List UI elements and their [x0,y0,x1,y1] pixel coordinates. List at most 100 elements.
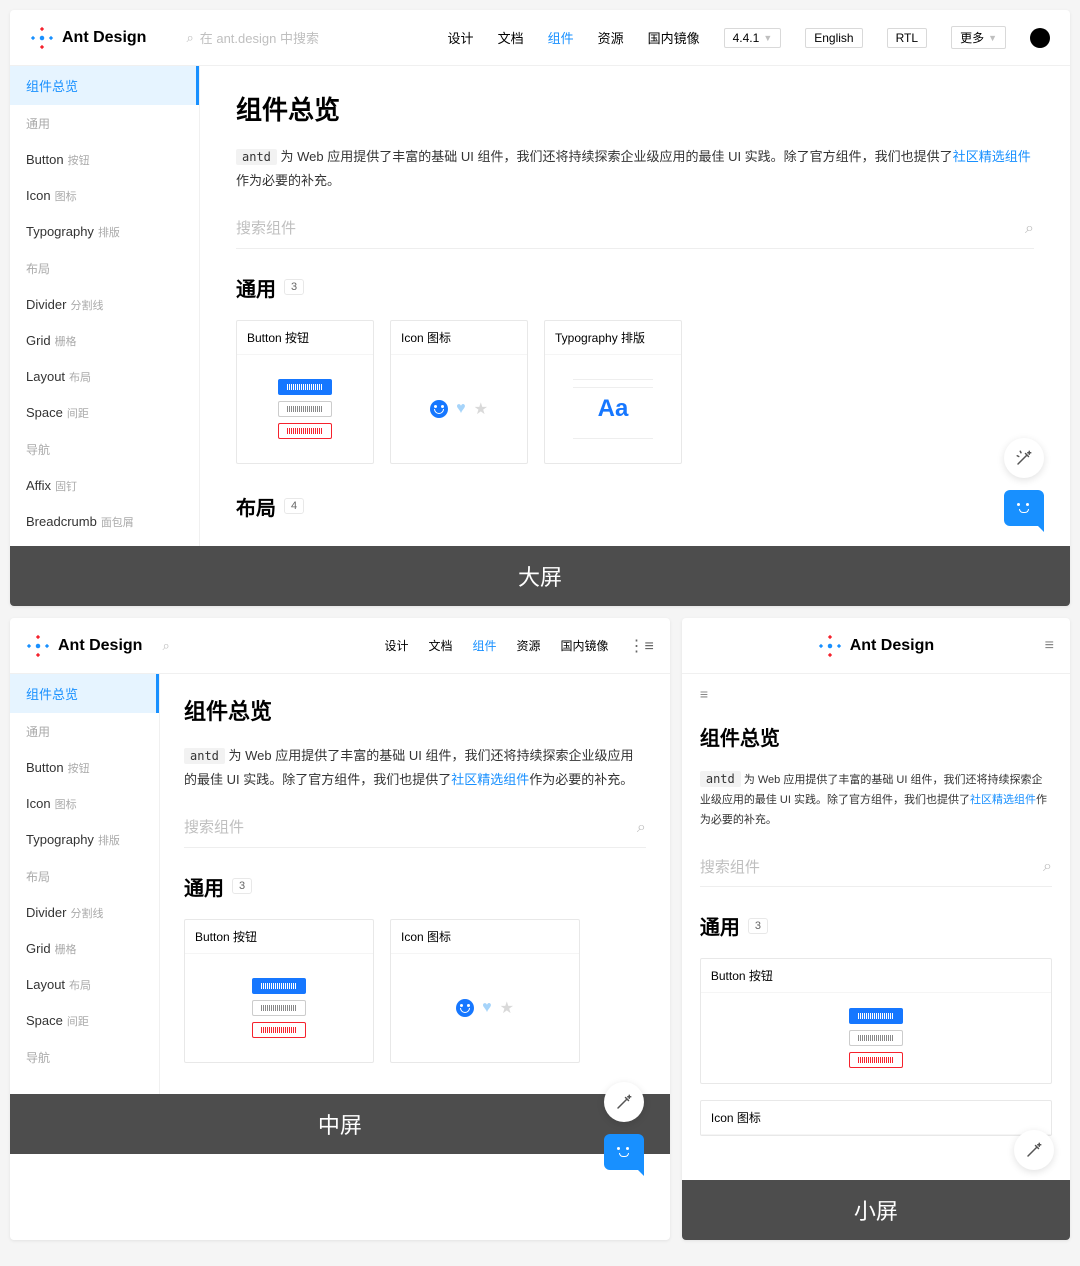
smile-icon [430,400,448,418]
nav-docs[interactable]: 文档 [498,28,524,47]
label-small: 小屏 [682,1180,1070,1240]
nav-mirror[interactable]: 国内镜像 [648,28,700,47]
theme-button[interactable] [1004,438,1044,478]
header: Ant Design ≡ [682,618,1070,674]
sidebar-typography[interactable]: Typography排版 [10,214,199,250]
nav-components[interactable]: 组件 [472,637,496,654]
rtl-button[interactable]: RTL [887,28,927,48]
nav-design[interactable]: 设计 [448,28,474,47]
button-danger-demo [849,1052,903,1068]
nav-docs[interactable]: 文档 [428,637,452,654]
sidebar-grid[interactable]: Grid栅格 [10,931,159,967]
main: 组件总览 antd 为 Web 应用提供了丰富的基础 UI 组件，我们还将持续探… [682,706,1070,1180]
main: 组件总览 antd 为 Web 应用提供了丰富的基础 UI 组件，我们还将持续探… [200,66,1070,546]
component-search-input[interactable] [184,819,637,836]
github-icon[interactable] [1030,28,1050,48]
typo-sample: Aa [573,379,653,439]
card-icon[interactable]: Icon 图标♥★ [390,320,528,464]
section-general: 通用3 [236,273,1034,302]
search-icon: ⌕ [1043,858,1052,876]
sidebar-layout[interactable]: Layout布局 [10,967,159,1003]
community-link[interactable]: 社区精选组件 [451,772,529,787]
sidebar-overview[interactable]: 组件总览 [10,674,159,713]
main: 组件总览 antd 为 Web 应用提供了丰富的基础 UI 组件，我们还将持续探… [160,674,670,1094]
magic-wand-icon [1015,449,1033,467]
star-icon: ★ [500,998,514,1018]
sidebar-typography[interactable]: Typography排版 [10,822,159,858]
sidebar-divider[interactable]: Divider分割线 [10,287,199,323]
antd-code: antd [700,771,741,787]
sidebar-icon[interactable]: Icon图标 [10,786,159,822]
frame-medium: Ant Design ⌕ 设计 文档 组件 资源 国内镜像 ⋮≡ 组件总览 通用… [10,618,670,1240]
button-primary-demo [252,978,306,994]
sidebar-space[interactable]: Space间距 [10,395,199,431]
chat-button[interactable] [604,1134,644,1170]
card-icon[interactable]: Icon 图标♥★ [390,919,580,1063]
component-search[interactable]: ⌕ [236,210,1034,249]
component-search[interactable]: ⌕ [700,848,1052,887]
logo[interactable]: Ant Design [30,26,146,50]
community-link[interactable]: 社区精选组件 [970,794,1036,806]
header-search[interactable]: ⌕ 在 ant.design 中搜索 [186,28,319,47]
search-icon: ⌕ [186,30,193,46]
theme-button[interactable] [604,1082,644,1122]
magic-wand-icon [1025,1141,1043,1159]
component-search[interactable]: ⌕ [184,809,646,848]
nav: 设计 文档 组件 资源 国内镜像 4.4.1▼ English RTL 更多▼ [448,26,1050,49]
smile-icon [456,999,474,1017]
community-link[interactable]: 社区精选组件 [953,149,1031,164]
component-search-input[interactable] [236,220,1025,237]
sidebar-toggle-icon[interactable]: ≡ [700,686,708,702]
sidebar-button[interactable]: Button按钮 [10,142,199,178]
sidebar-breadcrumb[interactable]: Breadcrumb面包屑 [10,504,199,540]
overflow-menu-icon[interactable]: ≡ [1045,637,1054,655]
card-typography[interactable]: Typography 排版Aa [544,320,682,464]
card-button[interactable]: Button 按钮 [700,958,1052,1084]
header-search[interactable]: ⌕ [162,638,169,654]
page-title: 组件总览 [184,694,646,726]
sidebar-grid[interactable]: Grid栅格 [10,323,199,359]
page-desc: antd 为 Web 应用提供了丰富的基础 UI 组件，我们还将持续探索企业级应… [184,744,646,791]
magic-wand-icon [615,1093,633,1111]
float-buttons [1014,1130,1054,1170]
chat-button[interactable] [1004,490,1044,526]
nav-resources[interactable]: 资源 [516,637,540,654]
sidebar-space[interactable]: Space间距 [10,1003,159,1039]
nav: 设计 文档 组件 资源 国内镜像 ⋮≡ [384,636,653,656]
label-large: 大屏 [10,546,1070,606]
sidebar-affix[interactable]: Affix固钉 [10,468,199,504]
header: Ant Design ⌕ 在 ant.design 中搜索 设计 文档 组件 资… [10,10,1070,66]
sidebar-button[interactable]: Button按钮 [10,750,159,786]
button-default-demo [252,1000,306,1016]
page-title: 组件总览 [236,90,1034,127]
nav-mirror[interactable]: 国内镜像 [561,637,609,654]
card-button[interactable]: Button 按钮 [236,320,374,464]
brand-name: Ant Design [62,29,146,47]
nav-design[interactable]: 设计 [384,637,408,654]
sidebar-group-general: 通用 [10,105,199,142]
component-search-input[interactable] [700,859,1043,876]
frame-large: Ant Design ⌕ 在 ant.design 中搜索 设计 文档 组件 资… [10,10,1070,606]
logo[interactable]: Ant Design [26,634,142,658]
overflow-menu-icon[interactable]: ⋮≡ [629,636,654,656]
nav-resources[interactable]: 资源 [598,28,624,47]
sidebar-group-layout: 布局 [10,858,159,895]
header: Ant Design ⌕ 设计 文档 组件 资源 国内镜像 ⋮≡ [10,618,670,674]
button-danger-demo [252,1022,306,1038]
logo[interactable]: Ant Design [818,634,934,658]
sidebar-layout[interactable]: Layout布局 [10,359,199,395]
nav-components[interactable]: 组件 [548,28,574,47]
theme-button[interactable] [1014,1130,1054,1170]
sidebar-divider[interactable]: Divider分割线 [10,895,159,931]
logo-icon [30,26,54,50]
chevron-down-icon: ▼ [988,33,997,43]
card-button[interactable]: Button 按钮 [184,919,374,1063]
sidebar-overview[interactable]: 组件总览 [10,66,199,105]
section-general: 通用3 [700,911,1052,940]
version-select[interactable]: 4.4.1▼ [724,28,782,48]
lang-button[interactable]: English [805,28,862,48]
antd-code: antd [236,149,277,165]
more-select[interactable]: 更多▼ [951,26,1006,49]
sidebar-icon[interactable]: Icon图标 [10,178,199,214]
card-icon[interactable]: Icon 图标 [700,1100,1052,1136]
